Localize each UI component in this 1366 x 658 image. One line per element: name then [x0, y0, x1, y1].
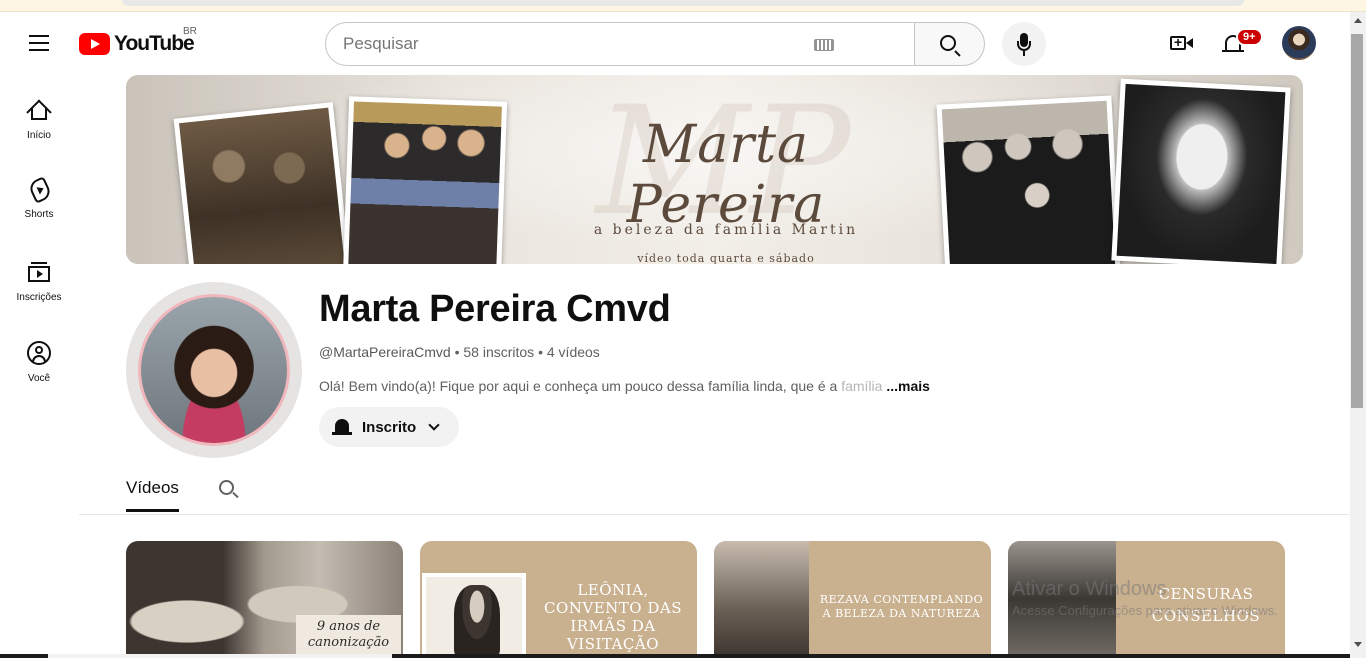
banner-subtitle: a beleza da família Martin [593, 222, 859, 238]
voice-search-button[interactable] [1002, 22, 1046, 66]
banner-photo [342, 96, 508, 264]
tab-videos[interactable]: Vídeos [126, 478, 179, 512]
channel-handle: @MartaPereiraCmvd [319, 344, 451, 360]
video-thumbnail[interactable]: Censuras conselhos [1008, 541, 1285, 656]
thumbnail-text: Censuras conselhos [1151, 585, 1261, 625]
search-input[interactable] [326, 23, 846, 65]
more-link[interactable]: ...mais [886, 378, 930, 394]
channel-tabs: Vídeos [79, 468, 1349, 515]
banner-photo [173, 102, 351, 264]
scrollbar[interactable] [1350, 12, 1366, 658]
home-icon [26, 98, 52, 125]
search-icon [940, 35, 956, 51]
sidebar-item-label: Início [27, 130, 51, 141]
scroll-up-icon[interactable] [1354, 18, 1362, 23]
thumbnail-text: Leônia, convento das irmãs da visitação [543, 581, 682, 653]
thumbnail-text: Rezava contemplando a beleza da natureza [819, 593, 984, 620]
you-icon [27, 341, 51, 365]
banner-photo [1111, 78, 1291, 264]
create-button[interactable] [1164, 28, 1200, 60]
chevron-down-icon [428, 419, 440, 431]
scroll-thumb[interactable] [1351, 34, 1363, 408]
thumbnail-text: 9 anos de canonização [296, 615, 401, 655]
subscriptions-icon [27, 260, 51, 284]
banner-title: Marta Pereira [626, 115, 826, 235]
browser-tab-strip [122, 0, 1244, 6]
channel-meta: @MartaPereiraCmvd • 58 inscritos • 4 víd… [319, 344, 600, 360]
search-bar [325, 22, 985, 66]
subscribed-button[interactable]: Inscrito [319, 407, 459, 447]
search-button[interactable] [915, 22, 985, 66]
bell-icon [332, 417, 352, 437]
avatar[interactable] [1282, 26, 1316, 60]
channel-avatar[interactable] [126, 282, 302, 458]
taskbar-edge [0, 654, 1350, 658]
sidebar-item-subscriptions[interactable]: Inscrições [0, 250, 78, 331]
masthead: YouTube BR 9+ [0, 12, 1350, 76]
menu-icon[interactable] [22, 30, 56, 58]
browser-top-strip [0, 0, 1366, 12]
channel-description[interactable]: Olá! Bem vindo(a)! Fique por aqui e conh… [319, 378, 930, 394]
video-thumbnail[interactable]: Rezava contemplando a beleza da natureza [714, 541, 991, 656]
sidebar-item-label: Shorts [24, 209, 54, 220]
logo-region-code: BR [183, 26, 197, 37]
sidebar-item-shorts[interactable]: Shorts [0, 169, 78, 250]
youtube-logo[interactable]: YouTube BR [79, 26, 197, 56]
sidebar-item-home[interactable]: Início [0, 88, 78, 169]
banner-schedule: vídeo toda quarta e sábado [637, 252, 815, 264]
channel-search-icon[interactable] [219, 480, 239, 500]
search-box [325, 22, 915, 66]
youtube-play-icon [79, 33, 110, 55]
video-thumbnail[interactable]: 9 anos de canonização [126, 541, 403, 656]
subscriber-count: 58 inscritos [463, 344, 535, 360]
video-count: 4 vídeos [546, 344, 600, 360]
create-video-icon [1170, 34, 1186, 50]
left-nav: Início Shorts Inscrições Você [0, 88, 78, 412]
channel-banner: MP Marta Pereira a beleza da família Mar… [126, 75, 1303, 264]
sidebar-item-label: Inscrições [16, 292, 62, 303]
subscribed-label: Inscrito [362, 418, 417, 436]
sidebar-item-label: Você [27, 373, 51, 384]
notifications-badge: 9+ [1236, 28, 1263, 46]
logo-text: YouTube [114, 32, 195, 55]
video-thumbnail[interactable]: Leônia, convento das irmãs da visitação [420, 541, 697, 656]
sidebar-item-you[interactable]: Você [0, 331, 78, 412]
shorts-icon [27, 176, 53, 204]
banner-photo [936, 95, 1121, 264]
scroll-down-icon[interactable] [1354, 642, 1362, 647]
channel-name: Marta Pereira Cmvd [319, 288, 671, 330]
keyboard-icon[interactable] [814, 39, 834, 51]
